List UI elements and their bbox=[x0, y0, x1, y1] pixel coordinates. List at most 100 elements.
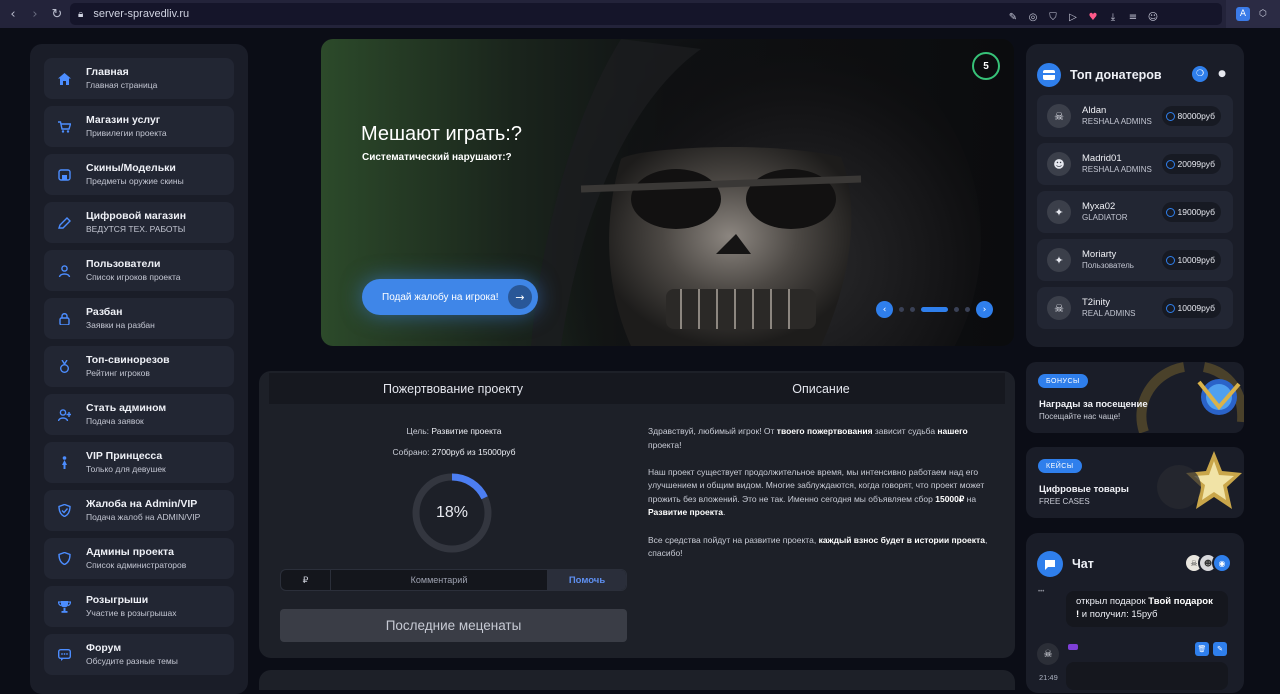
sidebar-item-subtitle: Подача заявок bbox=[86, 416, 144, 426]
currency-field[interactable]: ₽ bbox=[281, 570, 331, 590]
sidebar-item-cart[interactable]: Магазин услуг Привилегии проекта bbox=[44, 106, 234, 147]
user-icon[interactable]: ● bbox=[1214, 66, 1230, 82]
sidebar-item-pencil[interactable]: Цифровой магазин ВЕДУТСЯ ТЕХ. РАБОТЫ bbox=[44, 202, 234, 243]
slide-dot[interactable] bbox=[899, 307, 904, 312]
coin-icon bbox=[1165, 255, 1175, 265]
cube-icon[interactable]: ⬡ bbox=[1256, 7, 1270, 21]
donor-row[interactable]: ☻ Madrid01 RESHALA ADMINS 20099руб bbox=[1037, 143, 1233, 185]
address-bar[interactable]: 🔒︎ server-spravedliv.ru ✎ ◎ ⛉ ▷ ♥ ⤓ ≡ ☺ bbox=[70, 3, 1222, 25]
heart-icon[interactable]: ♥ bbox=[1086, 10, 1100, 24]
desc-text: Наш проект существует продолжительное вр… bbox=[648, 466, 985, 504]
sidebar-item-home[interactable]: Главная Главная страница bbox=[44, 58, 234, 99]
donor-name: Moriarty bbox=[1082, 249, 1117, 260]
sidebar-item-texts: VIP Принцесса Только для девушек bbox=[86, 450, 166, 475]
help-button[interactable]: Помочь bbox=[548, 570, 626, 590]
comment-input[interactable]: Комментарий bbox=[331, 570, 548, 590]
camera-icon[interactable]: ◎ bbox=[1026, 10, 1040, 24]
trophy-icon bbox=[56, 599, 72, 615]
sidebar-item-subtitle: Только для девушек bbox=[86, 464, 166, 474]
desc-bold: твоего пожертвования bbox=[776, 426, 873, 436]
sidebar-item-lock[interactable]: Разбан Заявки на разбан bbox=[44, 298, 234, 339]
donor-amount-value: 20099руб bbox=[1177, 159, 1215, 169]
back-icon[interactable]: ‹ bbox=[2, 3, 24, 25]
sidebar-item-chat-bubble[interactable]: Форум Обсудите разные темы bbox=[44, 634, 234, 675]
sidebar-item-texts: Админы проекта Список администраторов bbox=[86, 546, 186, 571]
sidebar-item-shield-check[interactable]: Жалоба на Admin/VIP Подача жалоб на ADMIN… bbox=[44, 490, 234, 531]
sidebar: Главная Главная страница Магазин услуг Прив… bbox=[30, 44, 248, 694]
download-icon[interactable]: ⤓ bbox=[1106, 10, 1120, 24]
sidebar-item-user-plus[interactable]: Стать админом Подача заявок bbox=[44, 394, 234, 435]
money-bag-icon[interactable]: ❍ bbox=[1192, 66, 1208, 82]
donor-rank: GLADIATOR bbox=[1082, 213, 1128, 222]
menu-icon[interactable]: ≡ bbox=[1126, 10, 1140, 24]
top-donors-title: Топ донатеров bbox=[1070, 68, 1162, 82]
sidebar-item-title: VIP Принцесса bbox=[86, 450, 163, 462]
promo-bonuses[interactable]: БОНУСЫ Награды за посещение Посещайте на… bbox=[1026, 362, 1244, 433]
translate-icon[interactable]: A bbox=[1236, 7, 1250, 21]
reload-icon[interactable]: ↻ bbox=[46, 3, 68, 25]
report-player-button[interactable]: Подай жалобу на игрока! → bbox=[362, 279, 538, 315]
edit-icon[interactable]: ✎ bbox=[1213, 642, 1227, 656]
sidebar-item-title: Пользователи bbox=[86, 258, 161, 270]
sidebar-item-store[interactable]: Скины/Модельки Предметы оружие скины bbox=[44, 154, 234, 195]
slide-dot[interactable] bbox=[965, 307, 970, 312]
top-donors-header: Топ донатеров bbox=[1037, 63, 1162, 87]
avatar[interactable]: ☠ bbox=[1037, 643, 1059, 665]
last-patrons-button[interactable]: Последние меценаты bbox=[280, 609, 627, 642]
goal-label: Цель: bbox=[406, 426, 430, 436]
sidebar-item-title: Магазин услуг bbox=[86, 114, 161, 126]
donor-row[interactable]: ✦ Moriarty Пользователь 10009руб bbox=[1037, 239, 1233, 281]
sidebar-item-shield[interactable]: Админы проекта Список администраторов bbox=[44, 538, 234, 579]
coin-icon bbox=[1165, 303, 1175, 313]
sidebar-item-user[interactable]: Пользователи Список игроков проекта bbox=[44, 250, 234, 291]
tab-donation[interactable]: Пожертвование проекту bbox=[269, 373, 637, 404]
chat-icon bbox=[1037, 551, 1063, 577]
donor-amount: 19000руб bbox=[1161, 202, 1221, 222]
sidebar-item-medal[interactable]: Топ-свинорезов Рейтинг игроков bbox=[44, 346, 234, 387]
slide-dot[interactable] bbox=[910, 307, 915, 312]
cart-icon bbox=[56, 119, 72, 135]
desc-bold: 15000₽ bbox=[935, 493, 965, 504]
sound-icon[interactable]: ◉ bbox=[1212, 553, 1232, 573]
sidebar-item-figure[interactable]: VIP Принцесса Только для девушек bbox=[44, 442, 234, 483]
sidebar-item-trophy[interactable]: Розыгрыши Участие в розыгрышах bbox=[44, 586, 234, 627]
wreath-globe-icon bbox=[1136, 362, 1244, 433]
delete-icon[interactable]: 🗑︎ bbox=[1195, 642, 1209, 656]
sidebar-item-subtitle: Главная страница bbox=[86, 80, 158, 90]
donor-row[interactable]: ✦ Myxa02 GLADIATOR 19000руб bbox=[1037, 191, 1233, 233]
forward-icon[interactable]: › bbox=[24, 3, 46, 25]
promo-title: Цифровые товары bbox=[1039, 484, 1129, 495]
report-button-label: Подай жалобу на игрока! bbox=[382, 291, 499, 303]
collected-line: Собрано: 2700руб из 15000руб bbox=[359, 447, 549, 457]
donor-row[interactable]: ☠ Aldan RESHALA ADMINS 80000руб bbox=[1037, 95, 1233, 137]
play-icon[interactable]: ▷ bbox=[1066, 10, 1080, 24]
sidebar-item-title: Скины/Модельки bbox=[86, 162, 176, 174]
avatar: ✦ bbox=[1047, 200, 1071, 224]
prev-slide-button[interactable]: ‹ bbox=[876, 301, 893, 318]
lock-icon: 🔒︎ bbox=[78, 8, 84, 20]
slide-dot[interactable] bbox=[954, 307, 959, 312]
collected-value: 2700руб из 15000руб bbox=[431, 447, 516, 457]
sidebar-item-subtitle: Привилегии проекта bbox=[86, 128, 167, 138]
donor-amount-value: 19000руб bbox=[1177, 207, 1215, 217]
profile-icon[interactable]: ☺ bbox=[1146, 10, 1160, 24]
next-panel bbox=[259, 670, 1015, 690]
edit-icon[interactable]: ✎ bbox=[1006, 10, 1020, 24]
sidebar-item-texts: Главная Главная страница bbox=[86, 66, 157, 91]
description-paragraph: Здравствуй, любимый игрок! От твоего пож… bbox=[648, 425, 998, 452]
avatar: ☠ bbox=[1047, 104, 1071, 128]
donor-name: Myxa02 bbox=[1082, 201, 1116, 212]
sidebar-item-texts: Жалоба на Admin/VIP Подача жалоб на ADMIN… bbox=[86, 498, 200, 523]
sidebar-item-title: Стать админом bbox=[86, 402, 167, 414]
chat-message bbox=[1066, 662, 1228, 690]
progress-percent: 18% bbox=[435, 504, 469, 521]
message-text: открыл подарок bbox=[1076, 596, 1149, 607]
shield-icon[interactable]: ⛉ bbox=[1046, 10, 1060, 24]
next-slide-button[interactable]: › bbox=[976, 301, 993, 318]
tab-description[interactable]: Описание bbox=[637, 373, 1005, 404]
coin-icon bbox=[1165, 111, 1175, 121]
slide-dot[interactable] bbox=[921, 307, 948, 312]
donor-amount-value: 80000руб bbox=[1177, 111, 1215, 121]
promo-cases[interactable]: КЕЙСЫ Цифровые товары FREE CASES bbox=[1026, 447, 1244, 518]
donor-row[interactable]: ☠ T2inity REAL ADMINS 10009руб bbox=[1037, 287, 1233, 329]
